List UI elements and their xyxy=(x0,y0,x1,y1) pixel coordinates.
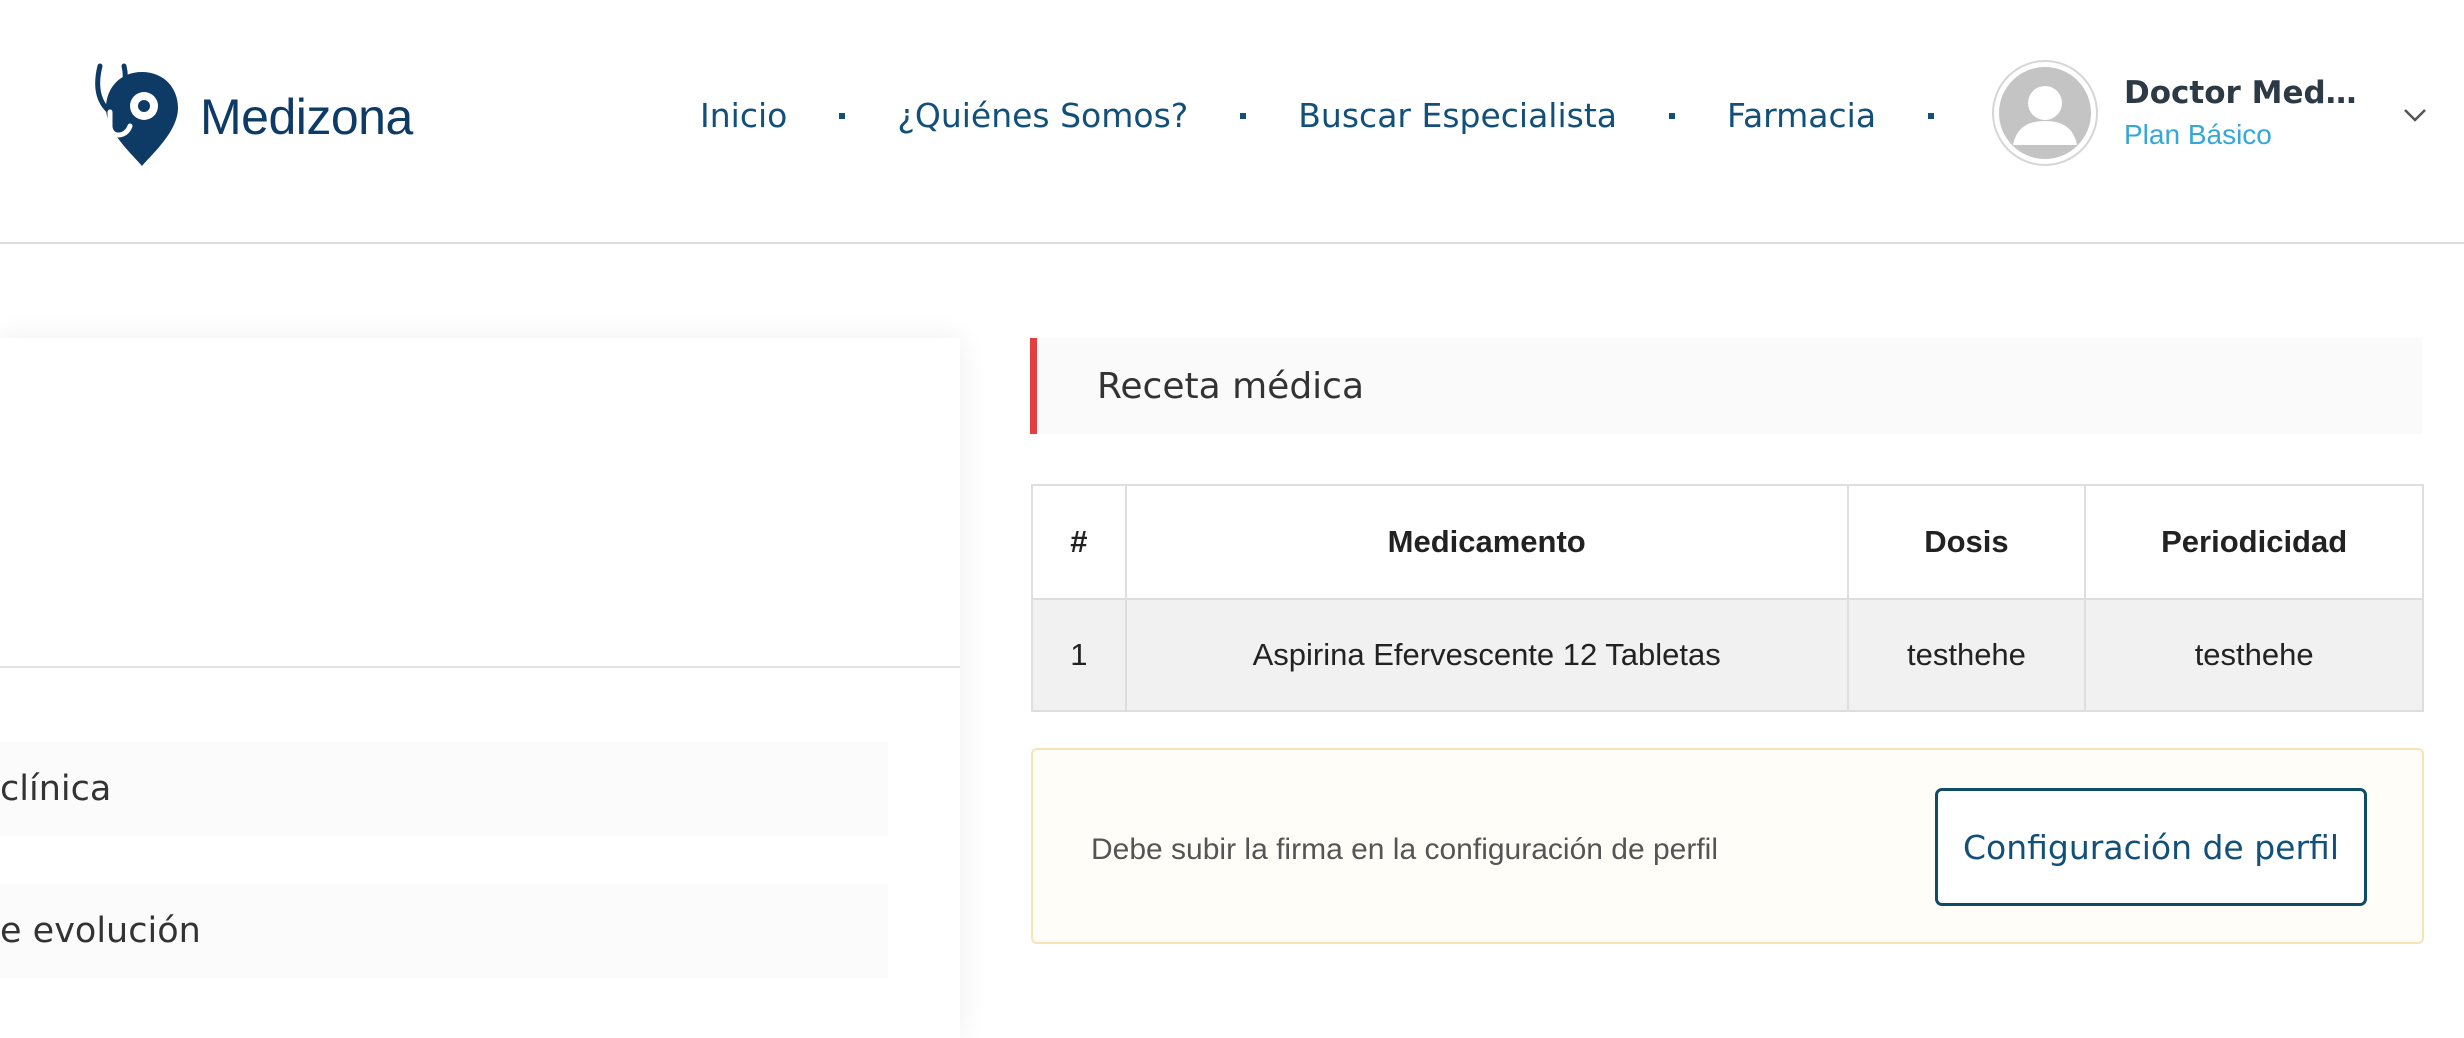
left-panel: clínica e evolución xyxy=(0,338,960,1038)
nav-separator xyxy=(1240,112,1247,119)
user-name: Doctor Medi... xyxy=(2124,75,2364,111)
chevron-down-icon[interactable] xyxy=(2402,106,2428,124)
brand-name: Medizona xyxy=(200,89,413,145)
table-cell: 1 xyxy=(1031,598,1127,712)
alert-message: Debe subir la firma en la configuración … xyxy=(1091,833,1718,866)
column-header: Medicamento xyxy=(1124,484,1849,600)
user-silhouette-icon xyxy=(1999,67,2091,159)
prescription-table: # Medicamento Dosis Periodicidad 1 Aspir… xyxy=(1031,484,2424,712)
table-cell: testhehe xyxy=(1846,598,2087,712)
left-menu-item[interactable]: clínica xyxy=(0,742,888,836)
signature-alert: Debe subir la firma en la configuración … xyxy=(1031,748,2424,944)
profile-settings-button[interactable]: Configuración de perfil xyxy=(1935,788,2367,906)
panel-divider xyxy=(0,666,960,668)
stethoscope-pin-icon xyxy=(95,63,178,166)
user-info: Doctor Medi... Plan Básico xyxy=(2124,75,2364,151)
avatar[interactable] xyxy=(1992,60,2098,166)
table-row: 1 Aspirina Efervescente 12 Tabletas test… xyxy=(1031,598,2424,712)
table-header-row: # Medicamento Dosis Periodicidad xyxy=(1031,484,2424,600)
nav-separator xyxy=(839,112,846,119)
nav-quienes-somos[interactable]: ¿Quiénes Somos? xyxy=(897,96,1188,135)
site-header: Medizona Inicio ¿Quiénes Somos? Buscar E… xyxy=(0,0,2464,244)
table-cell: testhehe xyxy=(2084,598,2424,712)
nav-farmacia[interactable]: Farmacia xyxy=(1727,96,1876,135)
nav-separator xyxy=(1928,112,1935,119)
column-header: Periodicidad xyxy=(2084,484,2424,600)
table-cell: Aspirina Efervescente 12 Tabletas xyxy=(1124,598,1849,712)
left-menu-item[interactable]: e evolución xyxy=(0,884,888,978)
user-plan[interactable]: Plan Básico xyxy=(2124,119,2364,151)
nav-buscar-especialista[interactable]: Buscar Especialista xyxy=(1298,96,1617,135)
column-header: Dosis xyxy=(1846,484,2087,600)
brand-logo[interactable]: Medizona xyxy=(92,62,413,172)
nav-inicio[interactable]: Inicio xyxy=(700,96,787,135)
section-title: Receta médica xyxy=(1030,338,2422,434)
column-header: # xyxy=(1031,484,1127,600)
nav-separator xyxy=(1669,112,1675,119)
user-menu[interactable]: Doctor Medi... Plan Básico xyxy=(1992,60,2426,166)
main-nav: Inicio ¿Quiénes Somos? Buscar Especialis… xyxy=(700,96,1986,135)
